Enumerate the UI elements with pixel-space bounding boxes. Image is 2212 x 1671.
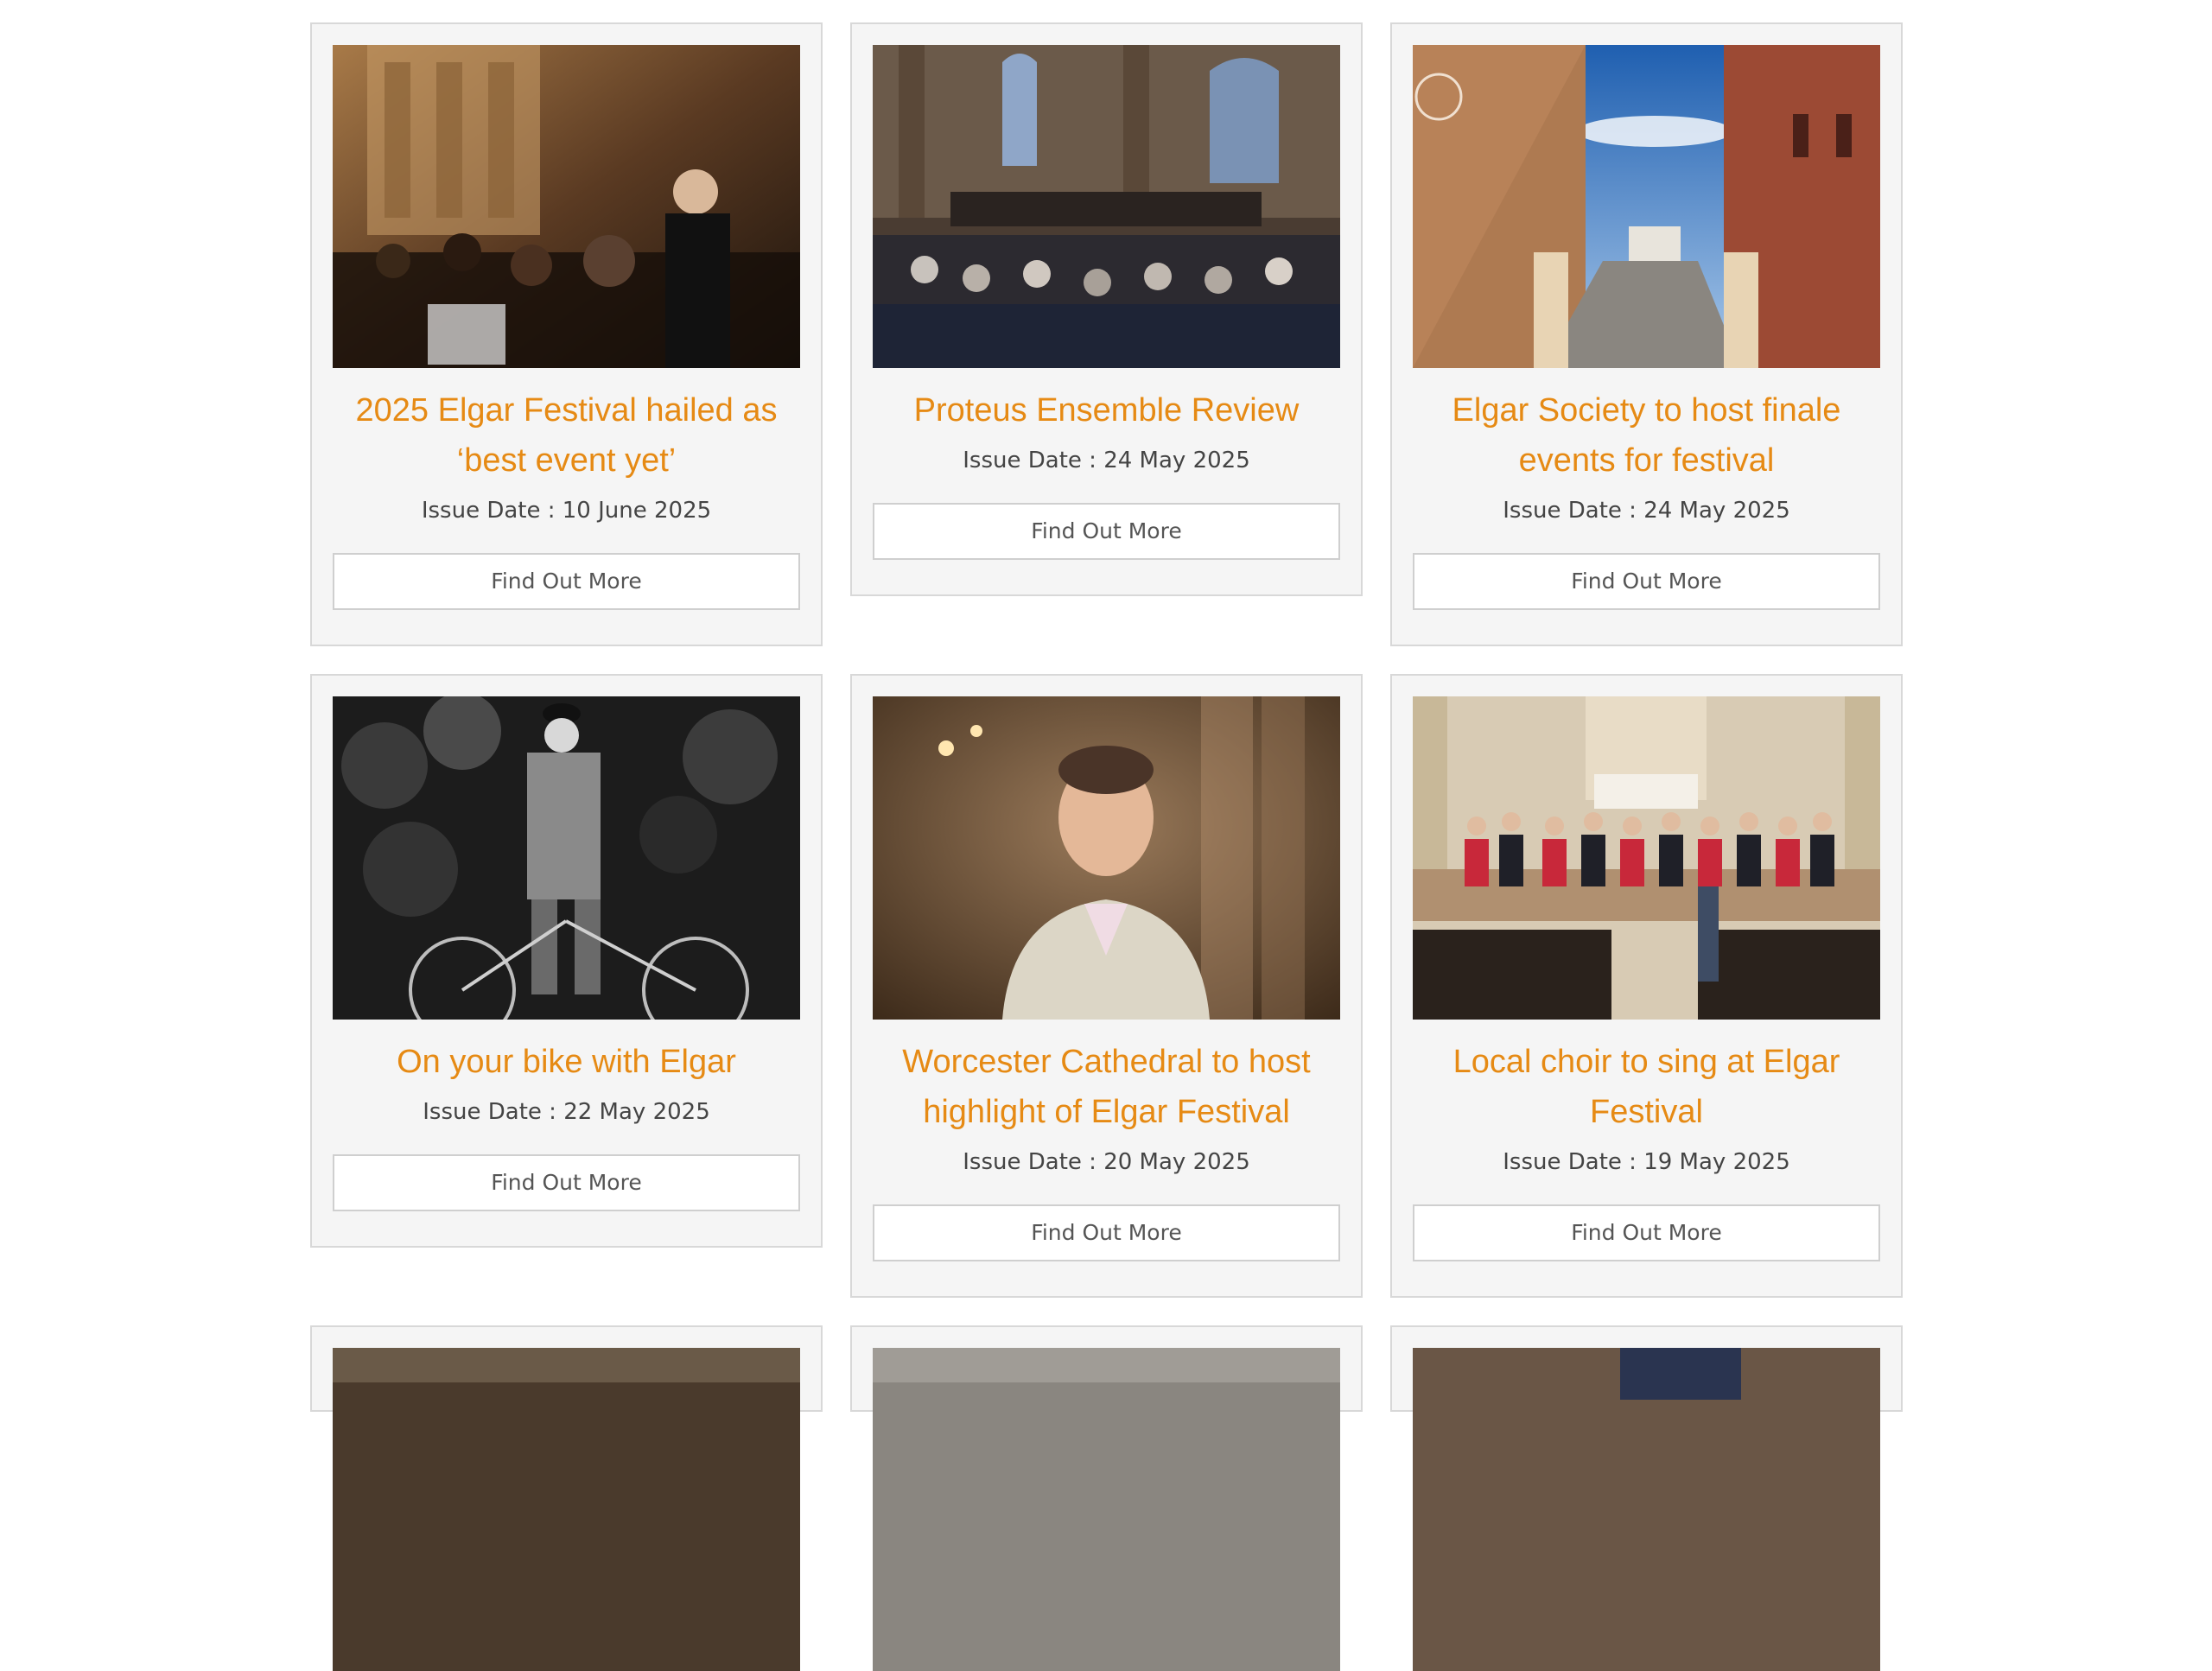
issue-date: Issue Date : 10 June 2025: [421, 498, 712, 524]
article-title[interactable]: 2025 Elgar Festival hailed as ‘best even…: [350, 385, 783, 486]
issue-date: Issue Date : 19 May 2025: [1503, 1149, 1790, 1175]
article-title[interactable]: Elgar Society to host finale events for …: [1430, 385, 1863, 486]
find-out-more-button[interactable]: Find Out More: [1413, 553, 1880, 610]
article-title[interactable]: Proteus Ensemble Review: [890, 385, 1323, 435]
find-out-more-button[interactable]: Find Out More: [1413, 1204, 1880, 1261]
article-photo[interactable]: [333, 1348, 800, 1671]
issue-date: Issue Date : 22 May 2025: [423, 1099, 710, 1125]
news-card: On your bike with Elgar Issue Date : 22 …: [310, 674, 823, 1248]
portrait-man-photo[interactable]: [873, 696, 1340, 1020]
issue-date: Issue Date : 24 May 2025: [1503, 498, 1790, 524]
find-out-more-button[interactable]: Find Out More: [333, 1154, 800, 1211]
find-out-more-button[interactable]: Find Out More: [873, 503, 1340, 560]
news-card: Worcester Cathedral to host highlight of…: [850, 674, 1363, 1298]
article-photo[interactable]: [1413, 1348, 1880, 1671]
find-out-more-button[interactable]: Find Out More: [873, 1204, 1340, 1261]
orchestra-conductor-photo[interactable]: [333, 45, 800, 368]
news-card: Proteus Ensemble Review Issue Date : 24 …: [850, 22, 1363, 596]
news-card: Elgar Society to host finale events for …: [1390, 22, 1903, 646]
issue-date: Issue Date : 20 May 2025: [963, 1149, 1250, 1175]
news-card: 2025 Elgar Festival hailed as ‘best even…: [310, 22, 823, 646]
article-title[interactable]: On your bike with Elgar: [350, 1037, 783, 1087]
news-grid: 2025 Elgar Festival hailed as ‘best even…: [310, 22, 1903, 1671]
article-title[interactable]: Worcester Cathedral to host highlight of…: [890, 1037, 1323, 1137]
elgar-bicycle-photo[interactable]: [333, 696, 800, 1020]
news-card: [1390, 1325, 1903, 1671]
museum-building-photo[interactable]: [1413, 45, 1880, 368]
news-card: [850, 1325, 1363, 1671]
choir-church-photo[interactable]: [1413, 696, 1880, 1020]
church-concert-photo[interactable]: [873, 45, 1340, 368]
article-title[interactable]: Local choir to sing at Elgar Festival: [1430, 1037, 1863, 1137]
news-card: Local choir to sing at Elgar Festival Is…: [1390, 674, 1903, 1298]
issue-date: Issue Date : 24 May 2025: [963, 448, 1250, 473]
article-photo[interactable]: [873, 1348, 1340, 1671]
news-card: [310, 1325, 823, 1671]
find-out-more-button[interactable]: Find Out More: [333, 553, 800, 610]
